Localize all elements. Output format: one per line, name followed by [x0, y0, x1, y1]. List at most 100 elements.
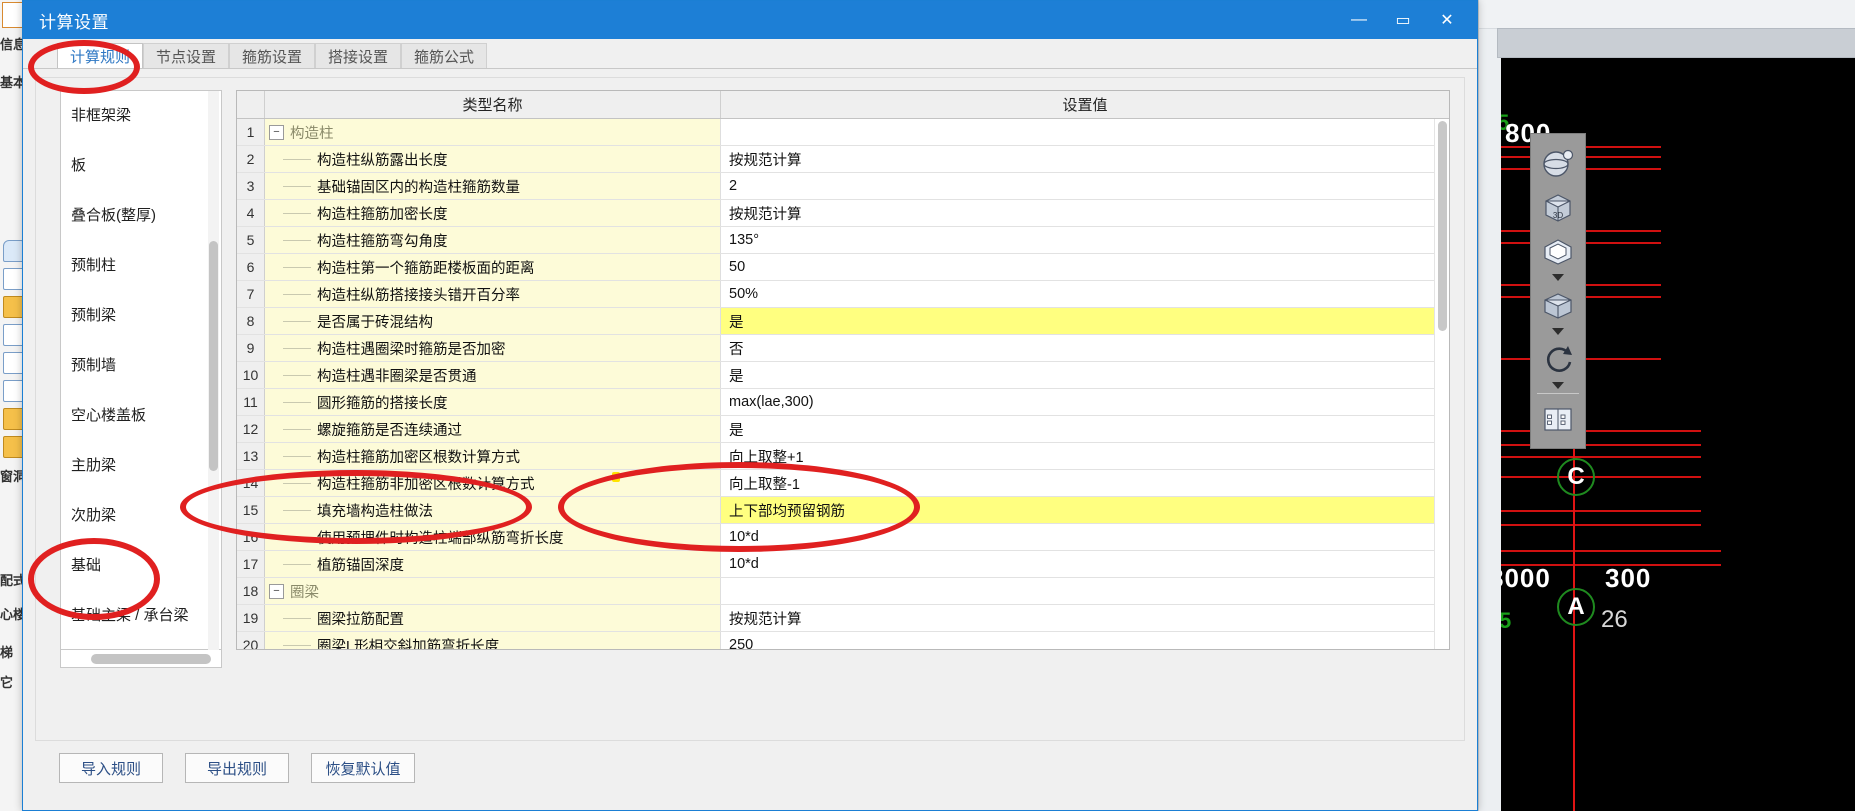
row-setting-value-cell[interactable]: 按规范计算 — [721, 200, 1449, 226]
row-setting-value-cell[interactable]: 10*d — [721, 551, 1449, 577]
row-type-name-cell[interactable]: 构造柱箍筋弯勾角度 — [265, 227, 721, 253]
category-sidebar[interactable]: 非框架梁板叠合板(整厚) 预制柱 预制梁 预制墙 空心楼盖板 主肋梁 次肋梁 基础 基础主梁 /… — [60, 90, 222, 650]
row-type-name-cell[interactable]: 构造柱箍筋加密长度 — [265, 200, 721, 226]
table-row[interactable]: 7 构造柱纵筋搭接接头错开百分率 50% — [237, 281, 1449, 308]
orbit-icon[interactable] — [1536, 142, 1580, 184]
sidebar-item-8[interactable]: 主肋梁 — [61, 441, 221, 491]
dialog-titlebar[interactable]: 计算设置 — ▭ ✕ — [23, 1, 1477, 39]
row-setting-value-cell[interactable]: 250 — [721, 632, 1449, 649]
table-row[interactable]: 17 植筋锚固深度 10*d — [237, 551, 1449, 578]
tab-2[interactable]: 节点设置 — [143, 43, 230, 69]
table-row[interactable]: 9 构造柱遇圈梁时箍筋是否加密 否 — [237, 335, 1449, 362]
row-setting-value-cell[interactable]: max(lae,300) — [721, 389, 1449, 415]
sidebar-item-4[interactable]: 预制柱 — [61, 241, 221, 291]
row-type-name-cell[interactable]: 构造柱遇非圈梁是否贯通 — [265, 362, 721, 388]
cad-viewcube-toolbar[interactable]: 3D — [1530, 133, 1586, 449]
table-row[interactable]: 3 基础锚固区内的构造柱箍筋数量 2 — [237, 173, 1449, 200]
settings-grid[interactable]: 类型名称 设置值 1− 构造柱 2 构造柱纵筋露出长度 按规范计算 3 基础锚固区内的构造柱… — [236, 90, 1450, 650]
row-type-name-cell[interactable]: 构造柱纵筋搭接接头错开百分率 — [265, 281, 721, 307]
row-setting-value-cell[interactable]: 向上取整-1 — [721, 470, 1449, 496]
maximize-button[interactable]: ▭ — [1381, 1, 1425, 39]
cube-iso-icon[interactable] — [1536, 284, 1580, 326]
row-setting-value-cell[interactable]: 50 — [721, 254, 1449, 280]
sidebar-item-9[interactable]: 次肋梁 — [61, 491, 221, 541]
chevron-down-icon-3[interactable] — [1552, 382, 1564, 389]
sidebar-item-1[interactable]: 非框架梁 — [61, 91, 221, 141]
table-row[interactable]: 11 圆形箍筋的搭接长度 max(lae,300) — [237, 389, 1449, 416]
row-type-name-cell[interactable]: 使用预埋件时构造柱端部纵筋弯折长度 — [265, 524, 721, 550]
table-row[interactable]: 14 构造柱箍筋非加密区根数计算方式 向上取整-1 — [237, 470, 1449, 497]
table-row[interactable]: 12 螺旋箍筋是否连续通过 是 — [237, 416, 1449, 443]
cube-top-icon[interactable] — [1536, 230, 1580, 272]
sidebar-item-12[interactable]: 基础次梁 — [61, 641, 221, 649]
footer-button-3[interactable]: 恢复默认值 — [311, 753, 415, 783]
table-row[interactable]: 18− 圈梁 — [237, 578, 1449, 605]
row-setting-value-cell[interactable]: 按规范计算 — [721, 605, 1449, 631]
row-setting-value-cell[interactable] — [721, 578, 1449, 604]
table-row[interactable]: 20 圈梁L形相交斜加筋弯折长度 250 — [237, 632, 1449, 649]
tab-3[interactable]: 箍筋设置 — [229, 43, 316, 69]
table-row[interactable]: 8 是否属于砖混结构 是 — [237, 308, 1449, 335]
row-setting-value-cell[interactable]: 10*d — [721, 524, 1449, 550]
grid-vertical-scroll-thumb[interactable] — [1438, 121, 1447, 331]
grid-vertical-scrollbar[interactable] — [1434, 119, 1449, 649]
table-row[interactable]: 4 构造柱箍筋加密长度 按规范计算 — [237, 200, 1449, 227]
sidebar-item-6[interactable]: 预制墙 — [61, 341, 221, 391]
row-type-name-cell[interactable]: 构造柱纵筋露出长度 — [265, 146, 721, 172]
cube-3d-icon[interactable]: 3D — [1536, 186, 1580, 228]
row-setting-value-cell[interactable]: 是 — [721, 416, 1449, 442]
row-type-name-cell[interactable]: 构造柱第一个箍筋距楼板面的距离 — [265, 254, 721, 280]
sidebar-item-11[interactable]: 基础主梁 / 承台梁 — [61, 591, 221, 641]
row-setting-value-cell[interactable]: 是 — [721, 362, 1449, 388]
footer-button-1[interactable]: 导入规则 — [59, 753, 163, 783]
row-type-name-cell[interactable]: − 构造柱 — [265, 119, 721, 145]
collapse-icon[interactable]: − — [269, 583, 284, 599]
sidebar-horizontal-scroll-thumb[interactable] — [91, 654, 211, 664]
chevron-down-icon[interactable] — [1552, 274, 1564, 281]
row-setting-value-cell[interactable]: 按规范计算 — [721, 146, 1449, 172]
sidebar-item-5[interactable]: 预制梁 — [61, 291, 221, 341]
tab-1[interactable]: 计算规则 — [57, 43, 144, 69]
chevron-down-icon-2[interactable] — [1552, 328, 1564, 335]
close-button[interactable]: ✕ — [1425, 1, 1469, 39]
table-row[interactable]: 2 构造柱纵筋露出长度 按规范计算 — [237, 146, 1449, 173]
table-row[interactable]: 10 构造柱遇非圈梁是否贯通 是 — [237, 362, 1449, 389]
table-row[interactable]: 16 使用预埋件时构造柱端部纵筋弯折长度 10*d — [237, 524, 1449, 551]
rotate-icon[interactable] — [1536, 338, 1580, 380]
collapse-icon[interactable]: − — [269, 124, 284, 140]
settings-list-icon[interactable] — [1536, 398, 1580, 440]
row-setting-value-cell[interactable]: 否 — [721, 335, 1449, 361]
row-setting-value-cell[interactable]: 是 — [721, 308, 1449, 334]
sidebar-item-3[interactable]: 叠合板(整厚) — [61, 191, 221, 241]
footer-button-2[interactable]: 导出规则 — [185, 753, 289, 783]
table-row[interactable]: 6 构造柱第一个箍筋距楼板面的距离 50 — [237, 254, 1449, 281]
row-type-name-cell[interactable]: 构造柱箍筋加密区根数计算方式 — [265, 443, 721, 469]
tab-4[interactable]: 搭接设置 — [315, 43, 402, 69]
row-type-name-cell[interactable]: 是否属于砖混结构 — [265, 308, 721, 334]
sidebar-item-2[interactable]: 板 — [61, 141, 221, 191]
row-type-name-cell[interactable]: 圈梁拉筋配置 — [265, 605, 721, 631]
row-type-name-cell[interactable]: 构造柱箍筋非加密区根数计算方式 — [265, 470, 721, 496]
sidebar-horizontal-scrollbar[interactable] — [60, 650, 222, 668]
row-type-name-cell[interactable]: 构造柱遇圈梁时箍筋是否加密 — [265, 335, 721, 361]
table-row[interactable]: 1− 构造柱 — [237, 119, 1449, 146]
row-type-name-cell[interactable]: 圈梁L形相交斜加筋弯折长度 — [265, 632, 721, 649]
minimize-button[interactable]: — — [1337, 1, 1381, 39]
table-row[interactable]: 19 圈梁拉筋配置 按规范计算 — [237, 605, 1449, 632]
row-setting-value-cell[interactable]: 50% — [721, 281, 1449, 307]
row-type-name-cell[interactable]: 螺旋箍筋是否连续通过 — [265, 416, 721, 442]
row-type-name-cell[interactable]: 填充墙构造柱做法 — [265, 497, 721, 523]
sidebar-vertical-scroll-thumb[interactable] — [209, 241, 218, 471]
row-setting-value-cell[interactable]: 135° — [721, 227, 1449, 253]
tab-5[interactable]: 箍筋公式 — [401, 43, 488, 69]
row-type-name-cell[interactable]: 基础锚固区内的构造柱箍筋数量 — [265, 173, 721, 199]
row-setting-value-cell[interactable] — [721, 119, 1449, 145]
row-setting-value-cell[interactable]: 2 — [721, 173, 1449, 199]
sidebar-vertical-scrollbar[interactable] — [208, 90, 219, 652]
row-setting-value-cell[interactable]: 上下部均预留钢筋 — [721, 497, 1449, 523]
table-row[interactable]: 5 构造柱箍筋弯勾角度 135° — [237, 227, 1449, 254]
row-setting-value-cell[interactable]: 向上取整+1 — [721, 443, 1449, 469]
row-type-name-cell[interactable]: − 圈梁 — [265, 578, 721, 604]
row-type-name-cell[interactable]: 圆形箍筋的搭接长度 — [265, 389, 721, 415]
table-row[interactable]: 15 填充墙构造柱做法 上下部均预留钢筋 — [237, 497, 1449, 524]
